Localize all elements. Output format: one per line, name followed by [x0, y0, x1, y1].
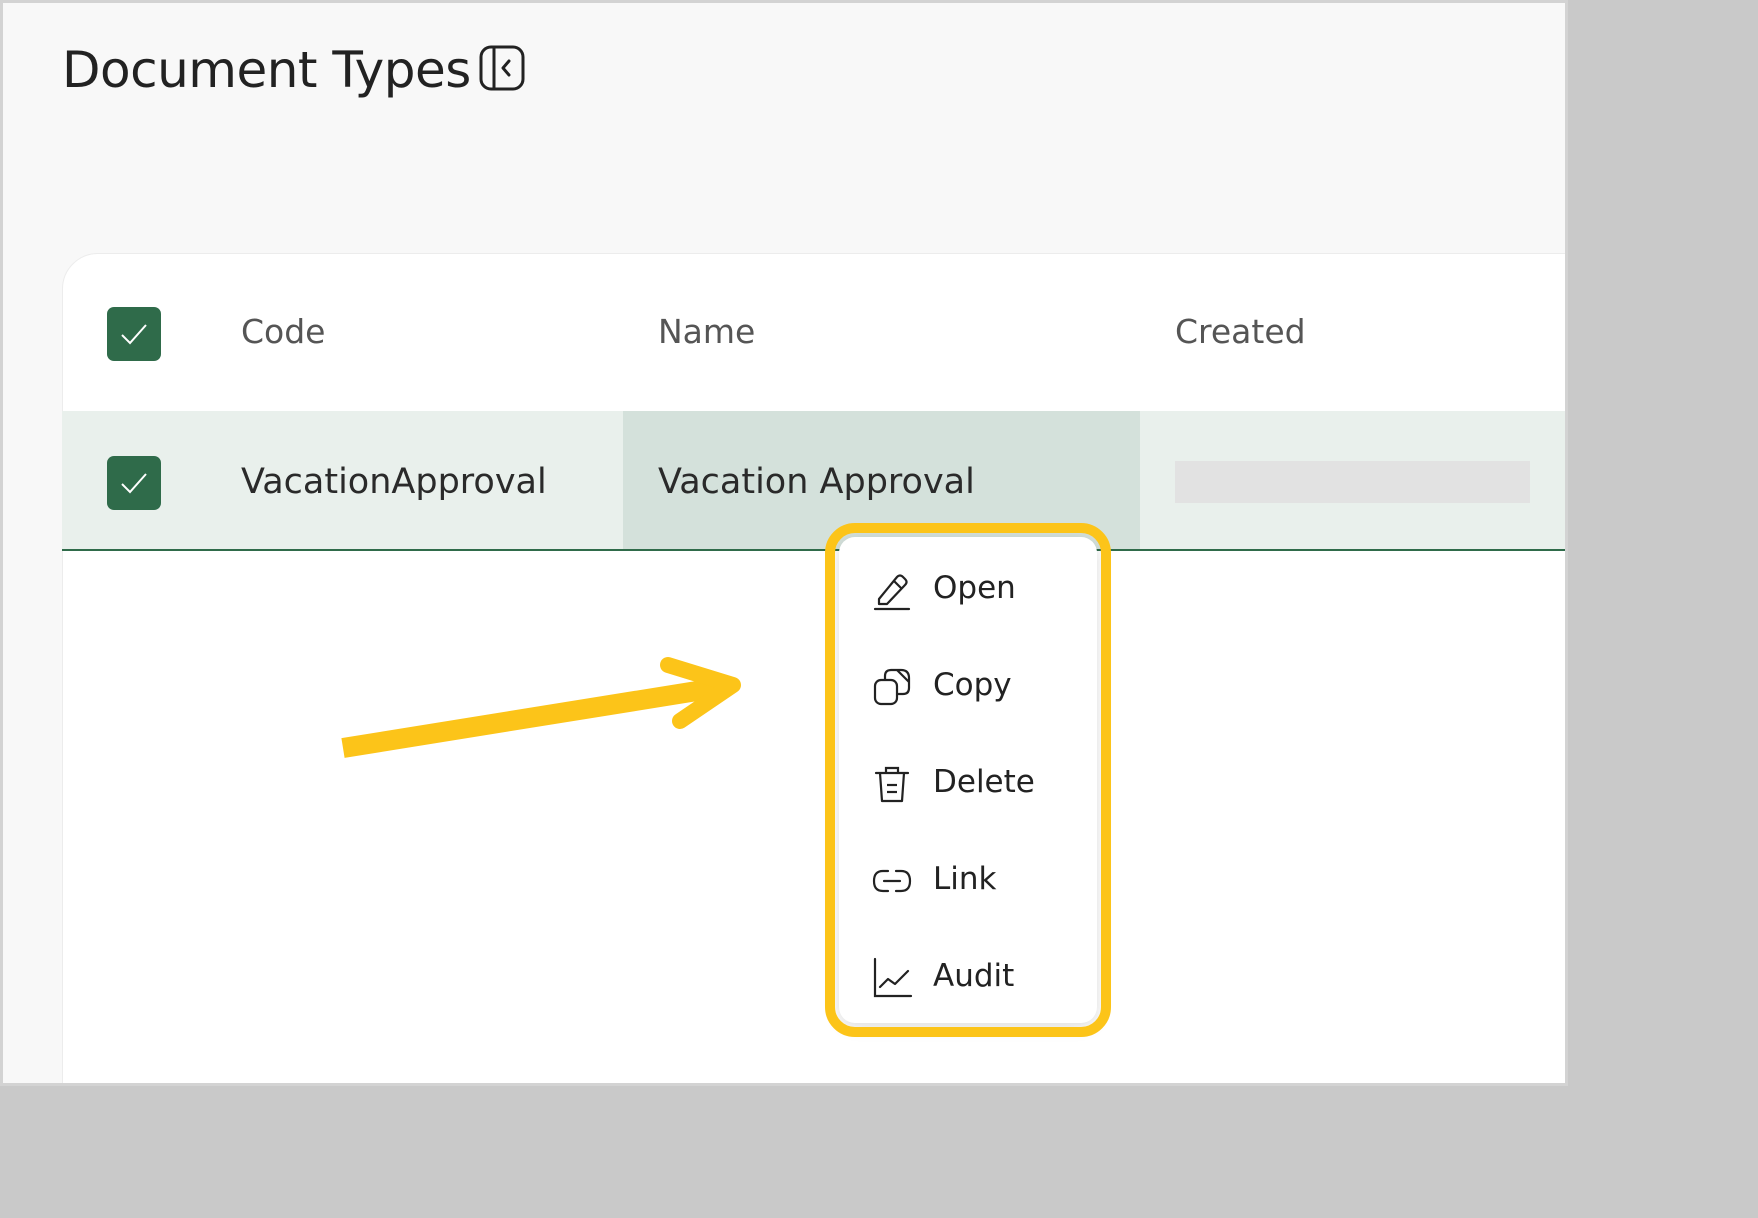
cell-code: VacationApproval	[241, 462, 547, 502]
row-checkbox[interactable]	[107, 456, 161, 510]
menu-item-delete[interactable]: Delete	[853, 743, 1085, 823]
menu-item-link-label: Link	[933, 861, 997, 897]
collapse-sidebar-button[interactable]	[479, 45, 525, 91]
check-icon	[121, 473, 147, 494]
chart-line-icon	[873, 957, 913, 998]
menu-item-copy[interactable]: Copy	[853, 646, 1085, 726]
menu-item-open[interactable]: Open	[853, 549, 1085, 629]
sidebar-collapse-icon	[479, 45, 525, 91]
menu-item-open-label: Open	[933, 570, 1016, 606]
select-all-checkbox[interactable]	[107, 307, 161, 361]
menu-item-audit[interactable]: Audit	[853, 937, 1085, 1017]
check-icon	[121, 324, 147, 345]
column-header-code[interactable]: Code	[241, 308, 325, 356]
app-window: Document Types Code Name Created Vacatio…	[0, 0, 1568, 1086]
link-icon	[872, 869, 912, 893]
cell-name: Vacation Approval	[658, 462, 975, 502]
menu-item-link[interactable]: Link	[853, 840, 1085, 920]
cell-created-placeholder	[1175, 461, 1530, 503]
menu-item-copy-label: Copy	[933, 667, 1012, 703]
trash-icon	[874, 766, 910, 803]
copy-icon	[873, 668, 911, 706]
menu-item-delete-label: Delete	[933, 764, 1035, 800]
menu-item-audit-label: Audit	[933, 958, 1015, 994]
column-header-name[interactable]: Name	[658, 308, 755, 356]
column-header-created[interactable]: Created	[1175, 308, 1306, 356]
pencil-icon	[873, 574, 911, 611]
page-title: Document Types	[62, 41, 471, 99]
